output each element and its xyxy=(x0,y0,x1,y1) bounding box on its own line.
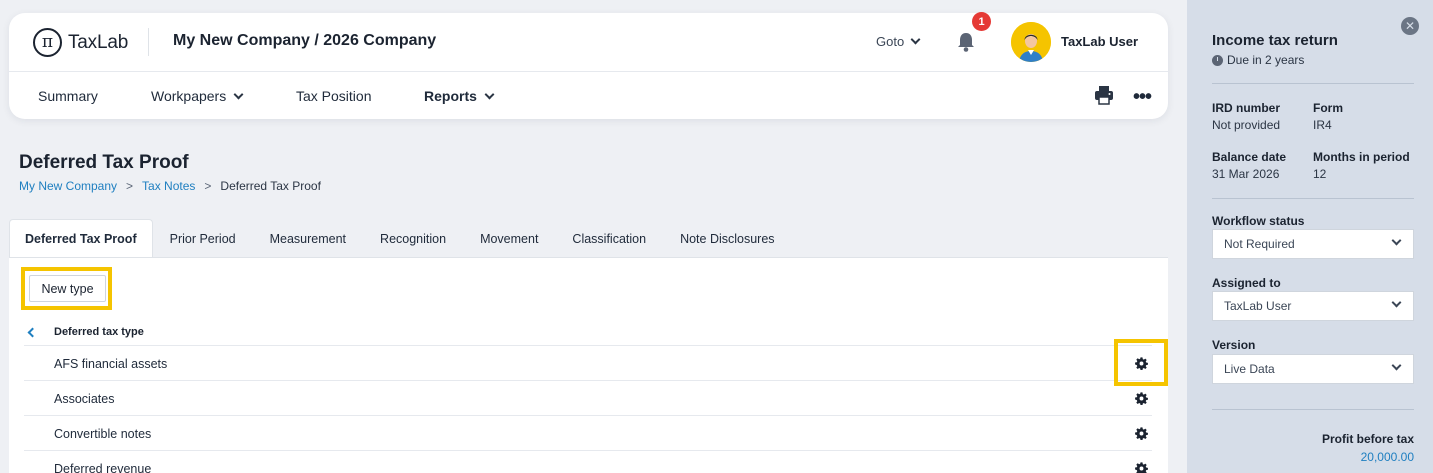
table-row[interactable]: Deferred revenue xyxy=(24,451,1152,473)
ird-number-value: Not provided xyxy=(1212,118,1281,132)
chevron-down-icon xyxy=(910,34,921,45)
clock-icon xyxy=(1212,54,1223,66)
breadcrumb: My New Company > Tax Notes > Deferred Ta… xyxy=(19,179,321,193)
nav-workpapers[interactable]: Workpapers xyxy=(151,88,244,104)
tab-bar: Deferred Tax Proof Prior Period Measurem… xyxy=(9,219,792,258)
chevron-left-icon[interactable] xyxy=(27,327,38,338)
new-type-highlight: New type xyxy=(21,267,112,310)
row-label: Deferred revenue xyxy=(54,462,152,473)
table-row[interactable]: Convertible notes xyxy=(24,416,1152,451)
header-divider xyxy=(148,28,149,56)
content-panel: New type Deferred tax type AFS financial… xyxy=(9,257,1168,473)
workflow-status-select[interactable]: Not Required xyxy=(1212,229,1414,259)
side-panel-title: Income tax return xyxy=(1212,32,1338,49)
form-value: IR4 xyxy=(1313,118,1332,132)
table-row[interactable]: Associates xyxy=(24,381,1152,416)
breadcrumb-tax-notes[interactable]: Tax Notes xyxy=(142,179,195,193)
due-text: Due in 2 years xyxy=(1227,53,1305,67)
gear-highlight xyxy=(1114,339,1168,386)
more-icon[interactable]: ••• xyxy=(1133,86,1152,109)
main-nav: Summary Workpapers Tax Position Reports … xyxy=(9,72,1168,119)
logo-text: TaxLab xyxy=(68,31,129,53)
divider xyxy=(1212,198,1414,199)
assigned-to-label: Assigned to xyxy=(1212,276,1281,290)
form-label: Form xyxy=(1313,101,1343,115)
nav-tax-position[interactable]: Tax Position xyxy=(296,88,371,104)
row-label: AFS financial assets xyxy=(54,357,168,371)
due-info: Due in 2 years xyxy=(1212,53,1304,67)
balance-date-label: Balance date xyxy=(1212,150,1287,164)
goto-label: Goto xyxy=(876,34,905,49)
version-value: Live Data xyxy=(1224,362,1275,376)
months-label: Months in period xyxy=(1313,150,1410,164)
user-name[interactable]: TaxLab User xyxy=(1061,34,1138,49)
workflow-status-value: Not Required xyxy=(1224,237,1295,251)
tab-note-disclosures[interactable]: Note Disclosures xyxy=(663,219,791,258)
chevron-down-icon xyxy=(1391,360,1402,371)
new-type-button[interactable]: New type xyxy=(29,275,106,302)
breadcrumb-separator: > xyxy=(126,179,134,193)
version-label: Version xyxy=(1212,338,1256,352)
header-row: π TaxLab My New Company / 2026 Company G… xyxy=(9,12,1168,72)
chevron-down-icon xyxy=(233,89,244,99)
taxlab-logo[interactable]: π TaxLab xyxy=(33,28,128,57)
chevron-down-icon xyxy=(484,89,495,99)
balance-date-value: 31 Mar 2026 xyxy=(1212,167,1280,181)
goto-dropdown[interactable]: Goto xyxy=(876,34,921,49)
divider xyxy=(1212,83,1414,84)
tab-classification[interactable]: Classification xyxy=(555,219,663,258)
chevron-down-icon xyxy=(1391,235,1402,246)
profit-before-tax-value[interactable]: 20,000.00 xyxy=(1361,450,1414,464)
assigned-to-value: TaxLab User xyxy=(1224,299,1292,313)
tab-deferred-tax-proof[interactable]: Deferred Tax Proof xyxy=(9,219,153,258)
gear-icon[interactable] xyxy=(1135,392,1148,405)
tab-recognition[interactable]: Recognition xyxy=(363,219,463,258)
column-header-deferred-tax-type: Deferred tax type xyxy=(54,326,144,338)
top-card: π TaxLab My New Company / 2026 Company G… xyxy=(9,12,1168,119)
printer-icon[interactable] xyxy=(1094,85,1114,105)
nav-reports-label: Reports xyxy=(424,88,477,104)
profit-before-tax-label: Profit before tax xyxy=(1321,432,1414,446)
company-title: My New Company / 2026 Company xyxy=(173,32,437,49)
notification-badge: 1 xyxy=(972,12,991,31)
gear-icon[interactable] xyxy=(1135,427,1148,440)
table-header: Deferred tax type xyxy=(24,322,1152,346)
nav-summary-label: Summary xyxy=(38,88,98,104)
avatar-icon[interactable] xyxy=(1011,22,1051,62)
close-icon[interactable]: ✕ xyxy=(1401,17,1419,35)
breadcrumb-current: Deferred Tax Proof xyxy=(220,179,321,193)
row-label: Convertible notes xyxy=(54,427,152,441)
breadcrumb-company[interactable]: My New Company xyxy=(19,179,117,193)
version-select[interactable]: Live Data xyxy=(1212,354,1414,384)
nav-reports[interactable]: Reports xyxy=(424,88,495,104)
table-row[interactable]: AFS financial assets xyxy=(24,346,1152,381)
bell-icon[interactable] xyxy=(956,31,976,53)
months-value: 12 xyxy=(1313,167,1327,181)
page-title: Deferred Tax Proof xyxy=(19,152,189,173)
divider xyxy=(1212,409,1414,410)
nav-workpapers-label: Workpapers xyxy=(151,88,227,104)
ird-number-label: IRD number xyxy=(1212,101,1281,115)
row-label: Associates xyxy=(54,392,115,406)
chevron-down-icon xyxy=(1391,297,1402,308)
tab-measurement[interactable]: Measurement xyxy=(253,219,363,258)
tab-prior-period[interactable]: Prior Period xyxy=(153,219,253,258)
side-panel: ✕ Income tax return Due in 2 years IRD n… xyxy=(1187,0,1433,473)
taxlab-logo-icon: π xyxy=(33,28,62,57)
assigned-to-select[interactable]: TaxLab User xyxy=(1212,291,1414,321)
gear-icon[interactable] xyxy=(1135,462,1148,473)
nav-summary[interactable]: Summary xyxy=(38,88,98,104)
breadcrumb-separator: > xyxy=(204,179,212,193)
workflow-status-label: Workflow status xyxy=(1212,214,1305,228)
nav-tax-position-label: Tax Position xyxy=(296,88,372,104)
tab-movement[interactable]: Movement xyxy=(463,219,555,258)
